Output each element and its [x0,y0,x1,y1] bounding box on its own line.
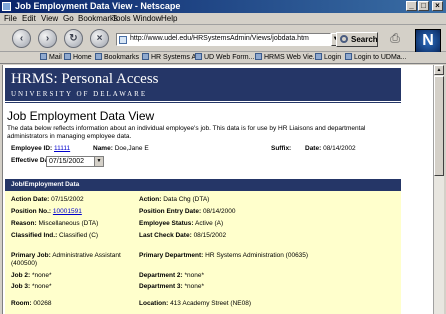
banner-subtitle: UNIVERSITY OF DELAWARE [11,90,148,98]
date-field: Date: 08/14/2002 [305,145,356,152]
scroll-up-icon[interactable]: ▲ [434,65,444,75]
bookmark-hrms-web-view[interactable]: HRMS Web Vie... [255,53,319,61]
menu-view[interactable]: View [41,14,58,23]
primary-job-code: (400500) [11,260,38,267]
bookmark-page-icon [315,53,322,60]
menu-window[interactable]: Window [133,14,161,23]
url-text: http://www.udel.edu/HRSystemsAdmin/Views… [130,35,309,42]
menu-tools[interactable]: Tools [112,14,131,23]
last-check-field: Last Check Date: 08/15/2002 [139,232,227,239]
bookmark-login[interactable]: Login [315,53,341,61]
menu-bar: File Edit View Go Bookmarks Tools Window… [0,13,446,25]
employee-id-field: Employee ID: 11111 [11,145,71,152]
page-intro: The data below reflects information abou… [7,125,366,140]
position-no-field: Position No.: 10001591 [11,208,82,215]
address-bar[interactable]: http://www.udel.edu/HRSystemsAdmin/Views… [116,33,331,46]
menu-edit[interactable]: Edit [22,14,36,23]
page-content: HRMS: Personal Access UNIVERSITY OF DELA… [2,65,444,314]
job3-field: Job 3: *none* [11,283,52,290]
bookmark-home[interactable]: Home [64,53,92,61]
page-title: Job Employment Data View [7,109,155,123]
employee-id-link[interactable]: 11111 [54,145,70,152]
banner-title: HRMS: Personal Access [11,71,159,87]
vertical-scrollbar[interactable]: ▲ [433,65,444,314]
print-icon[interactable]: ⎙ [388,31,402,45]
close-button[interactable]: × [432,1,443,11]
menu-help[interactable]: Help [161,14,177,23]
minimize-button[interactable]: _ [406,1,417,11]
dept2-field: Department 2: *none* [139,272,205,279]
home-icon [64,53,71,60]
reload-icon[interactable]: ↻ [64,29,83,48]
scrollbar-thumb[interactable] [434,76,444,176]
menu-file[interactable]: File [4,14,17,23]
primary-dept-field: Primary Department: HR Systems Administr… [139,252,309,259]
suffix-field: Suffix: [271,145,292,152]
action-date-field: Action Date: 07/15/2002 [11,196,84,203]
room-field: Room: 00268 [11,300,52,307]
netscape-app-icon [2,2,11,11]
bookmark-hr-systems[interactable]: HR Systems A... [142,53,202,61]
maximize-button[interactable]: □ [418,1,429,11]
location-field: Location: 413 Academy Street (NE08) [139,300,251,307]
search-icon [340,35,348,43]
netscape-logo: N [415,29,441,53]
position-entry-field: Position Entry Date: 08/14/2000 [139,208,236,215]
bookmarks-toolbar: Mail Home Bookmarks HR Systems A... UD W… [0,52,446,64]
search-button[interactable]: Search [336,32,378,47]
reason-field: Reason: Miscellaneous (DTA) [11,220,99,227]
menu-go[interactable]: Go [63,14,74,23]
back-icon[interactable]: ‹ [12,29,31,48]
page-icon [119,36,127,44]
bookmark-ud-web-form[interactable]: UD Web Form... [195,53,254,61]
effective-date-value: 07/15/2002 [49,158,85,165]
position-no-link[interactable]: 10001591 [53,208,82,215]
window-title: Job Employment Data View - Netscape [15,1,181,11]
bookmark-page-icon [195,53,202,60]
search-label: Search [351,35,378,44]
banner-divider [5,102,401,103]
bookmark-page-icon [255,53,262,60]
navigation-toolbar: ‹ › ↻ × http://www.udel.edu/HRSystemsAdm… [0,26,446,53]
section-header: Job/Employment Data [5,179,401,191]
bookmark-login-udma[interactable]: Login to UDMa... [345,53,407,61]
primary-job-field: Primary Job: Administrative Assistant [11,252,121,259]
chevron-down-icon: ▼ [94,157,103,166]
window-titlebar: Job Employment Data View - Netscape _ □ … [0,0,446,13]
employee-status-field: Employee Status: Active (A) [139,220,224,227]
bookmark-page-icon [142,53,149,60]
bookmark-bookmarks[interactable]: Bookmarks [95,53,139,61]
name-field: Name: Doe,Jane E [93,145,149,152]
bookmark-mail[interactable]: Mail [40,53,62,61]
bookmark-page-icon [345,53,352,60]
mail-icon [40,53,47,60]
forward-icon[interactable]: › [38,29,57,48]
dept3-field: Department 3: *none* [139,283,205,290]
classified-field: Classified Ind.: Classified (C) [11,232,99,239]
bookmarks-icon [95,53,102,60]
stop-icon[interactable]: × [90,29,109,48]
job2-field: Job 2: *none* [11,272,52,279]
hrms-banner: HRMS: Personal Access UNIVERSITY OF DELA… [5,68,401,101]
action-field: Action: Data Chg (DTA) [139,196,210,203]
effective-date-select[interactable]: 07/15/2002 ▼ [46,156,104,167]
